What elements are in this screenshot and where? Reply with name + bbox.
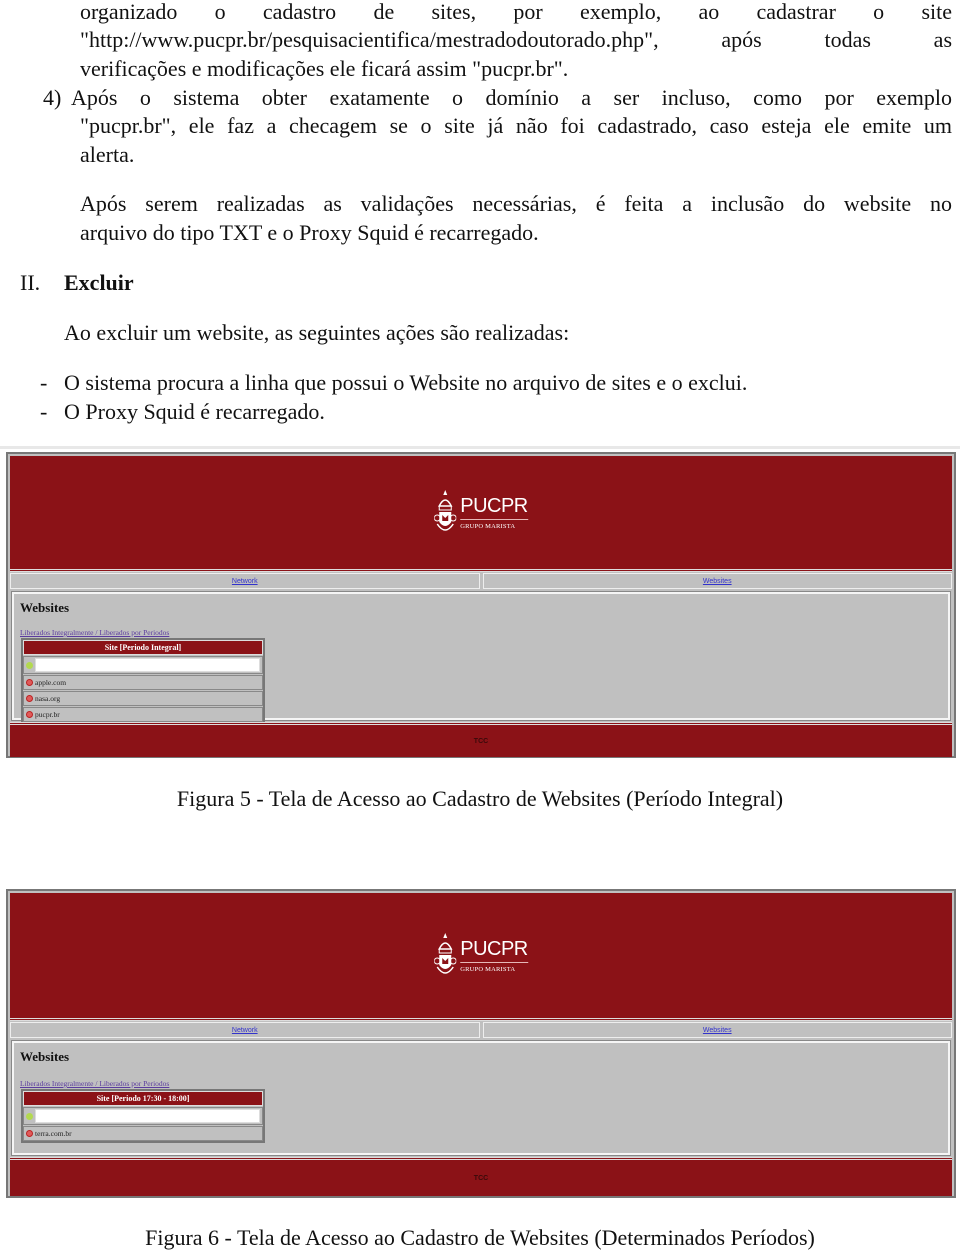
delete-icon[interactable] bbox=[26, 695, 33, 702]
nav-cell: Websites bbox=[482, 1022, 952, 1038]
bullet-item: O Proxy Squid é recarregado. bbox=[64, 399, 325, 424]
site-name: pucpr.br bbox=[35, 710, 60, 719]
figure-5-screenshot: PUCPR GRUPO MARISTA Network Websites Web… bbox=[6, 452, 956, 758]
logo-subtitle: GRUPO MARISTA bbox=[460, 965, 516, 973]
list-number: 4) bbox=[43, 85, 62, 110]
figure-caption: Figura 6 - Tela de Acesso ao Cadastro de… bbox=[145, 1225, 815, 1250]
paragraph-line: "http://www.pucpr.br/pesquisacientifica/… bbox=[80, 27, 952, 52]
table-header: Site [Periodo 17:30 - 18:00] bbox=[23, 1091, 263, 1106]
footer-label: TCC bbox=[473, 737, 489, 745]
content-panel: Websites Liberados Integralmente / Liber… bbox=[11, 1040, 951, 1156]
paragraph-line: "pucpr.br", ele faz a checagem se o site… bbox=[80, 113, 952, 138]
paragraph-line: Após o sistema obter exatamente o domíni… bbox=[71, 85, 952, 110]
nav-link-network[interactable]: Network bbox=[232, 1027, 258, 1034]
nav-bar: Network Websites bbox=[10, 1022, 952, 1038]
figure-6-screenshot: PUCPR GRUPO MARISTA Network Websites Web… bbox=[6, 889, 956, 1198]
site-input[interactable] bbox=[35, 1109, 260, 1123]
pucpr-logo: PUCPR GRUPO MARISTA bbox=[434, 488, 528, 538]
nav-cell: Network bbox=[10, 573, 480, 589]
add-icon[interactable] bbox=[26, 661, 33, 669]
pucpr-logo: PUCPR GRUPO MARISTA bbox=[434, 931, 528, 981]
footer-bar: TCC bbox=[10, 722, 952, 757]
divider bbox=[0, 446, 960, 449]
section-number: II. bbox=[20, 270, 41, 295]
paragraph-line: arquivo do tipo TXT e o Proxy Squid é re… bbox=[80, 220, 539, 245]
content-panel: Websites Liberados Integralmente / Liber… bbox=[11, 591, 951, 724]
site-input[interactable] bbox=[35, 658, 260, 672]
paragraph-line: Após serem realizadas as validações nece… bbox=[80, 191, 952, 216]
paragraph-line: organizado o cadastro de sites, por exem… bbox=[80, 0, 952, 24]
nav-link-websites[interactable]: Websites bbox=[703, 578, 732, 585]
table-row: pucpr.br bbox=[23, 707, 263, 722]
nav-link-websites[interactable]: Websites bbox=[703, 1027, 732, 1034]
nav-cell: Websites bbox=[482, 573, 952, 589]
bullet-marker: - bbox=[40, 399, 48, 424]
header-banner: PUCPR GRUPO MARISTA bbox=[10, 893, 952, 1021]
header-banner: PUCPR GRUPO MARISTA bbox=[10, 456, 952, 572]
bullet-marker: - bbox=[40, 370, 48, 395]
add-icon[interactable] bbox=[26, 1112, 33, 1120]
figure-caption: Figura 5 - Tela de Acesso ao Cadastro de… bbox=[176, 786, 784, 811]
crest-icon bbox=[434, 932, 457, 974]
paragraph-line: alerta. bbox=[80, 142, 135, 167]
logo-subtitle: GRUPO MARISTA bbox=[460, 522, 516, 530]
logo-name: PUCPR bbox=[460, 496, 528, 520]
paragraph: Ao excluir um website, as seguintes açõe… bbox=[64, 320, 570, 345]
sites-table: Site [Periodo Integral] apple.com nasa.o… bbox=[21, 638, 265, 724]
nav-cell: Network bbox=[10, 1022, 480, 1038]
bullet-item: O sistema procura a linha que possui o W… bbox=[64, 370, 748, 395]
table-header: Site [Periodo Integral] bbox=[23, 640, 263, 655]
nav-link-network[interactable]: Network bbox=[232, 578, 258, 585]
filter-link[interactable]: Liberados Integralmente / Liberados por … bbox=[20, 1079, 169, 1088]
add-site-row bbox=[23, 1107, 263, 1125]
page-title: Websites bbox=[20, 600, 70, 615]
site-name: apple.com bbox=[35, 678, 67, 687]
footer-bar: TCC bbox=[10, 1157, 952, 1196]
page-title: Websites bbox=[20, 1049, 70, 1064]
sites-table: Site [Periodo 17:30 - 18:00] terra.com.b… bbox=[21, 1089, 265, 1143]
table-row: apple.com bbox=[23, 675, 263, 690]
nav-bar: Network Websites bbox=[10, 573, 952, 589]
logo-name: PUCPR bbox=[460, 939, 528, 963]
delete-icon[interactable] bbox=[26, 679, 33, 686]
site-name: nasa.org bbox=[35, 694, 61, 703]
section-title: Excluir bbox=[64, 270, 134, 295]
footer-label: TCC bbox=[473, 1174, 489, 1182]
table-row: terra.com.br bbox=[23, 1126, 263, 1141]
table-row: nasa.org bbox=[23, 691, 263, 706]
delete-icon[interactable] bbox=[26, 711, 33, 718]
filter-link[interactable]: Liberados Integralmente / Liberados por … bbox=[20, 628, 169, 637]
paragraph-line: verificações e modificações ele ficará a… bbox=[80, 56, 569, 81]
crest-icon bbox=[434, 489, 457, 531]
site-name: terra.com.br bbox=[35, 1129, 72, 1138]
delete-icon[interactable] bbox=[26, 1130, 33, 1137]
add-site-row bbox=[23, 656, 263, 674]
